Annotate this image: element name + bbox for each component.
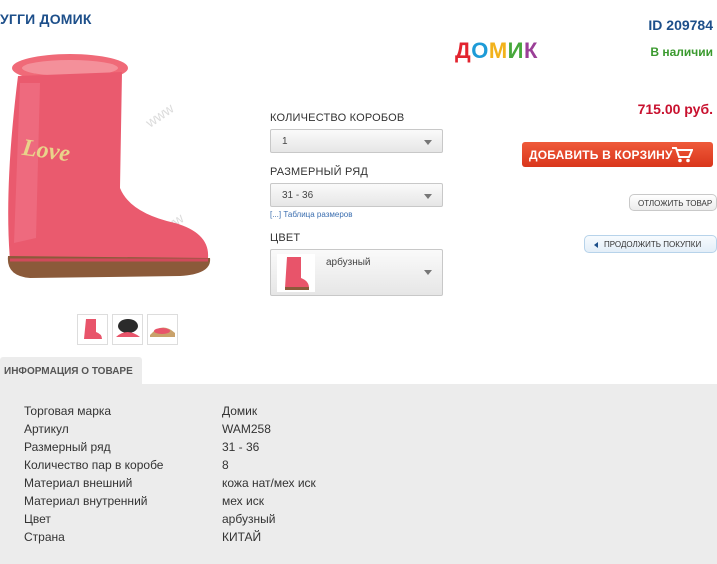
color-label: ЦВЕТ (270, 232, 301, 244)
postpone-button[interactable]: ОТЛОЖИТЬ ТОВАР (629, 194, 717, 211)
price: 715.00 руб. (637, 101, 713, 117)
spec-value: КИТАЙ (222, 530, 262, 544)
spec-key: Цвет (24, 512, 51, 526)
thumbnail-3[interactable] (147, 314, 178, 345)
color-select[interactable]: арбузный (270, 249, 443, 296)
svg-text:www: www (142, 99, 178, 131)
spec-key: Страна (24, 530, 65, 544)
boxes-select[interactable]: 1 (270, 129, 443, 153)
spec-key: Материал внешний (24, 476, 133, 490)
boot-swatch-icon (285, 257, 309, 290)
add-to-cart-label: ДОБАВИТЬ В КОРЗИНУ (529, 148, 673, 162)
boxes-label: КОЛИЧЕСТВО КОРОБОВ (270, 112, 405, 124)
cart-icon (672, 147, 693, 163)
thumbnail-2[interactable] (112, 314, 143, 345)
color-value: арбузный (326, 257, 371, 268)
chevron-down-icon (424, 270, 432, 275)
spec-key: Количество пар в коробе (24, 458, 164, 472)
spec-value: WAM258 (222, 422, 271, 436)
spec-key: Материал внутренний (24, 494, 148, 508)
boot-thumbnail-icon (84, 319, 102, 339)
add-to-cart-button[interactable]: ДОБАВИТЬ В КОРЗИНУ (522, 142, 713, 167)
boot-thumbnail-icon (116, 319, 140, 337)
product-title: УГГИ ДОМИК (0, 11, 92, 27)
product-id: ID 209784 (648, 17, 713, 33)
spec-value: мех иск (222, 494, 264, 508)
tab-product-info[interactable]: ИНФОРМАЦИЯ О ТОВАРЕ (0, 357, 142, 384)
size-label: РАЗМЕРНЫЙ РЯД (270, 166, 369, 178)
spec-key: Размерный ряд (24, 440, 111, 454)
boxes-value: 1 (282, 136, 288, 147)
chevron-down-icon (424, 140, 432, 145)
caret-left-icon (594, 241, 598, 248)
stock-status: В наличии (650, 45, 713, 59)
size-select[interactable]: 31 - 36 (270, 183, 443, 207)
continue-shopping-button[interactable]: ПРОДОЛЖИТЬ ПОКУПКИ (584, 235, 717, 253)
spec-key: Артикул (24, 422, 69, 436)
boot-thumbnail-icon (150, 327, 175, 337)
continue-label: ПРОДОЛЖИТЬ ПОКУПКИ (604, 240, 702, 249)
thumbnail-1[interactable] (77, 314, 108, 345)
spec-value: 31 - 36 (222, 440, 260, 454)
size-table-link[interactable]: [...] Таблица размеров (270, 210, 353, 219)
spec-value: арбузный (222, 512, 276, 526)
boot-image: www www Love (7, 54, 211, 278)
postpone-label: ОТЛОЖИТЬ ТОВАР (638, 199, 713, 208)
chevron-down-icon (424, 194, 432, 199)
spec-key: Торговая марка (24, 404, 112, 418)
product-main-image[interactable]: www www Love (0, 38, 220, 300)
size-value: 31 - 36 (282, 190, 314, 201)
spec-value: 8 (222, 458, 229, 472)
spec-value: кожа нат/мех иск (222, 476, 316, 490)
color-swatch-image (277, 254, 315, 292)
brand-logo[interactable]: ДОМИК (455, 38, 538, 64)
spec-value: Домик (222, 404, 258, 418)
